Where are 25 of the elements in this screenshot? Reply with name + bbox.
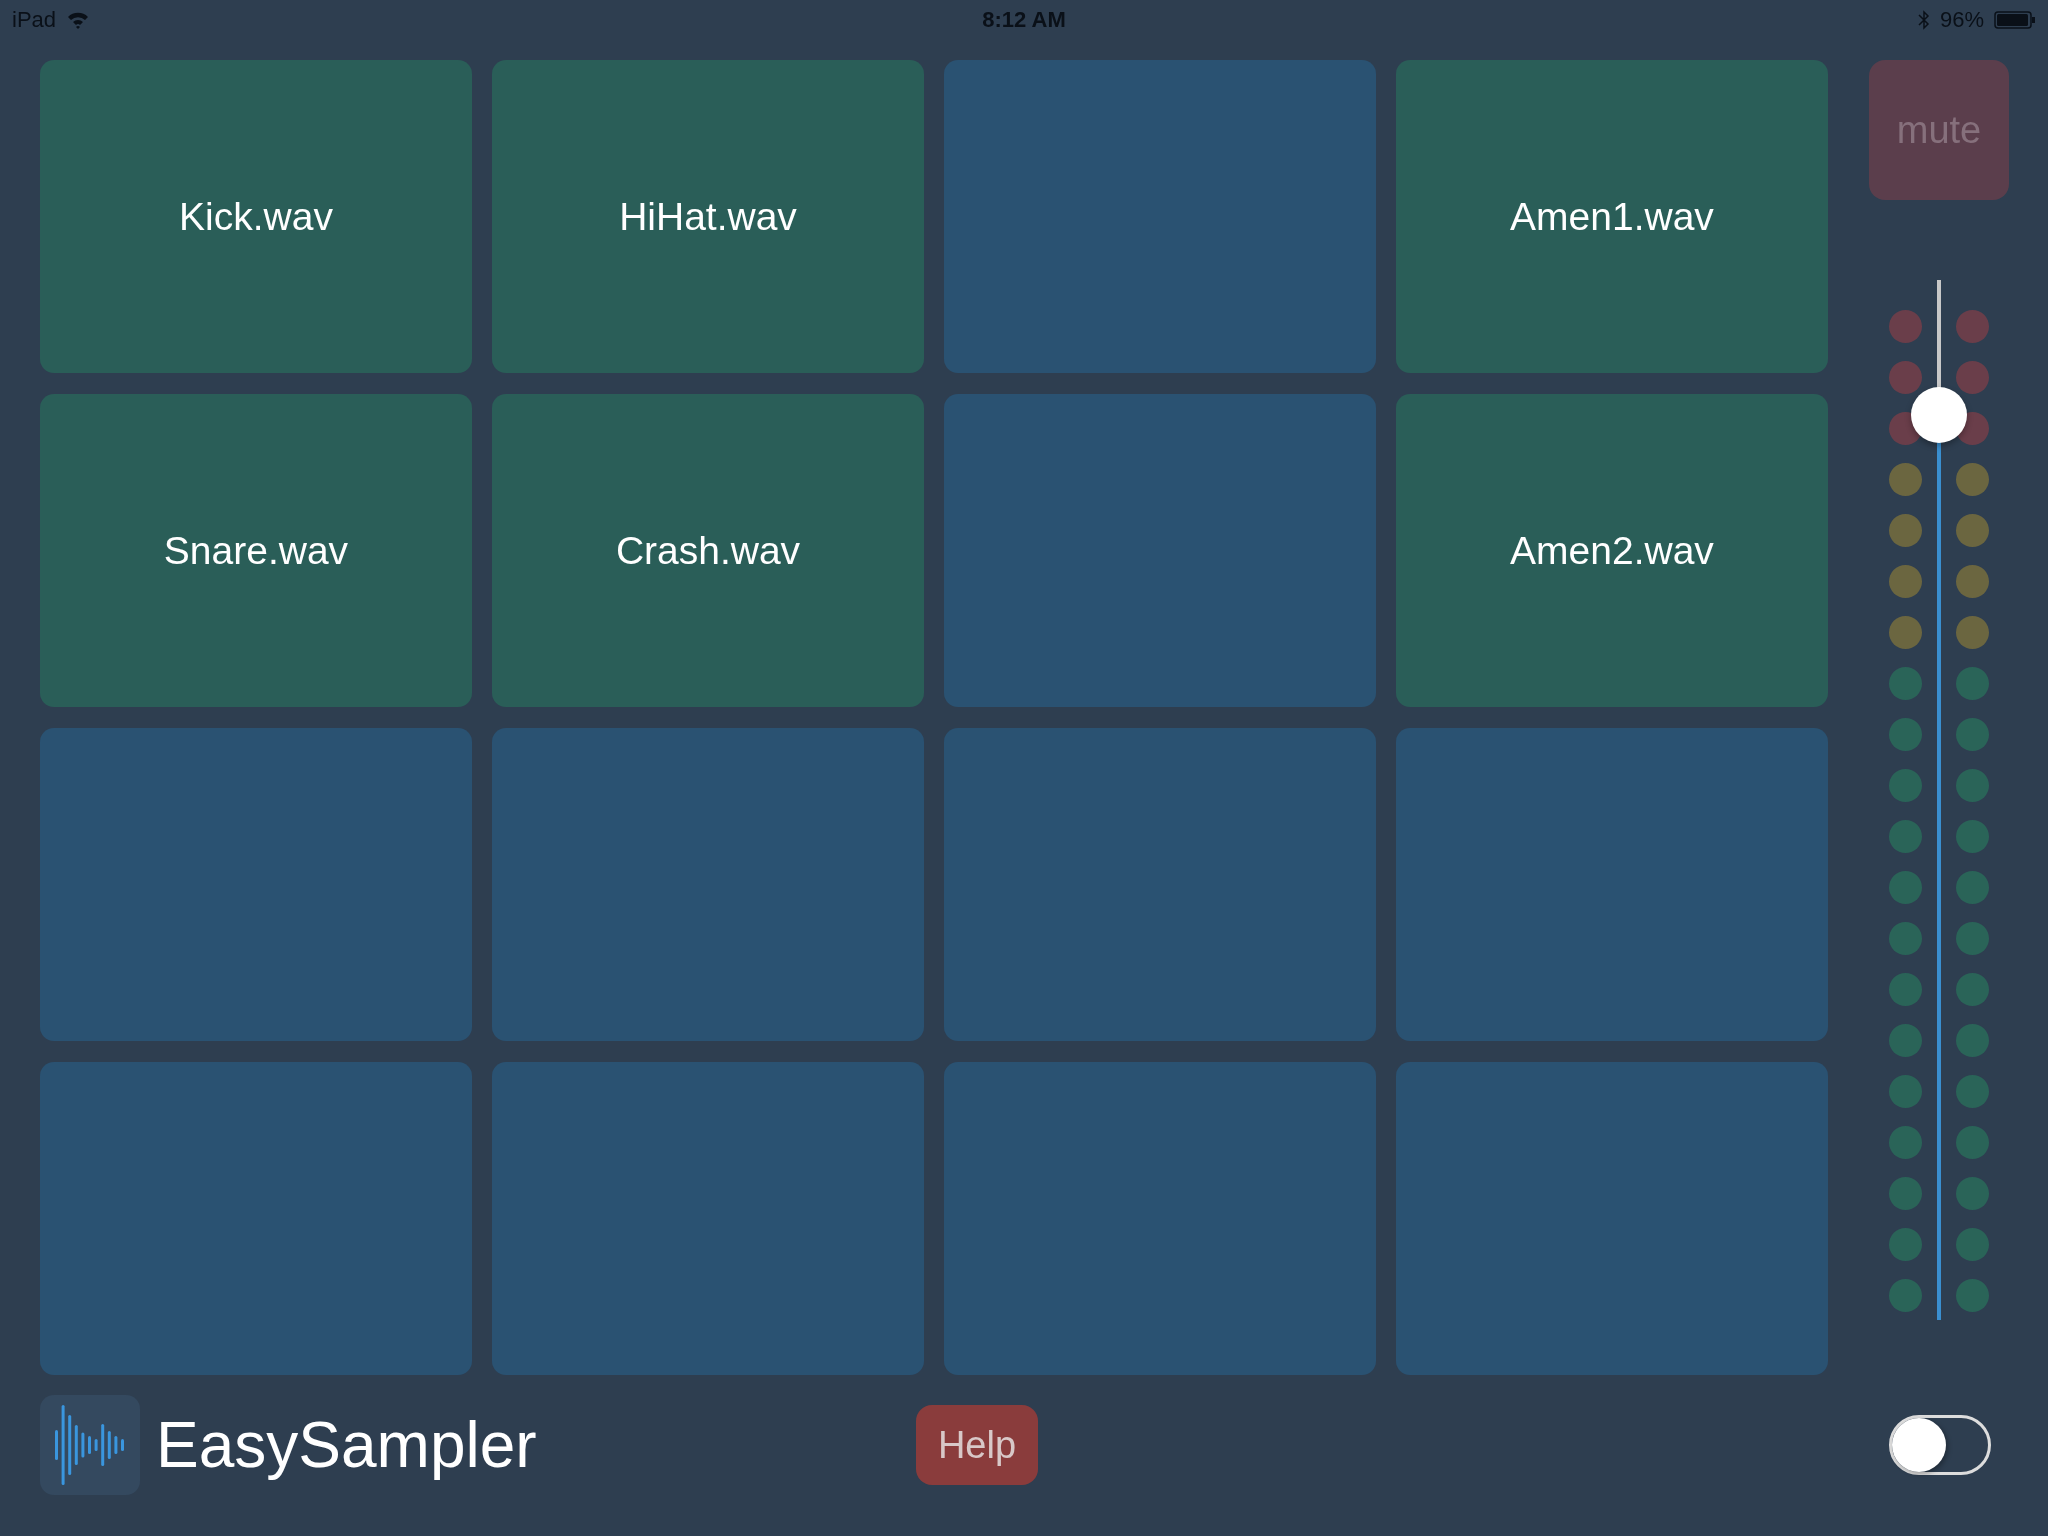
help-button[interactable]: Help — [916, 1405, 1038, 1485]
sample-pad[interactable] — [1396, 1062, 1828, 1375]
sample-pad[interactable]: Amen2.wav — [1396, 394, 1828, 707]
sample-pad[interactable] — [40, 728, 472, 1041]
volume-slider-thumb[interactable] — [1911, 387, 1967, 444]
status-time: 8:12 AM — [982, 7, 1066, 33]
sample-pad[interactable]: Snare.wav — [40, 394, 472, 707]
battery-percent: 96% — [1939, 7, 1984, 33]
battery-icon — [1994, 11, 2036, 29]
sample-pad[interactable]: Kick.wav — [40, 60, 472, 373]
sample-pad[interactable] — [1396, 728, 1828, 1041]
sample-pad[interactable] — [40, 1062, 472, 1375]
sample-pad[interactable]: Crash.wav — [492, 394, 924, 707]
sample-pad[interactable] — [944, 728, 1376, 1041]
sample-pad[interactable] — [944, 394, 1376, 707]
device-name: iPad — [12, 7, 57, 33]
waveform-logo-icon — [53, 1403, 127, 1487]
toggle-switch[interactable] — [1889, 1415, 1991, 1475]
sample-pad[interactable]: HiHat.wav — [492, 60, 924, 373]
app-title: EasySampler — [156, 1408, 538, 1482]
sample-pad[interactable] — [492, 1062, 924, 1375]
sample-pad[interactable] — [944, 60, 1376, 373]
sample-pad[interactable] — [492, 728, 924, 1041]
sample-pad[interactable]: Amen1.wav — [1396, 60, 1828, 373]
sample-pad[interactable] — [944, 1062, 1376, 1375]
